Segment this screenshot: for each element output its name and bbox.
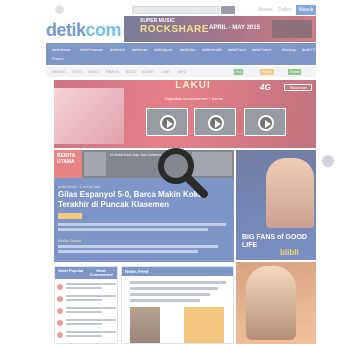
related-item-line[interactable] <box>58 245 218 248</box>
related-link[interactable]: Berita Terkait <box>58 238 81 243</box>
list-item-line <box>66 335 102 337</box>
banner-line3: APRIL - MAY 2015 <box>209 25 260 31</box>
nav-item[interactable]: detikHot <box>110 47 125 53</box>
logo-text: detik <box>46 20 86 40</box>
nav-item[interactable]: detikHealth <box>202 47 222 53</box>
ad-model-image <box>246 266 296 340</box>
news-promo-image[interactable] <box>184 307 224 343</box>
site-icon <box>55 5 64 14</box>
list-item-line <box>66 311 102 313</box>
nav-item[interactable]: detikOto <box>180 47 195 53</box>
list-item-line <box>66 319 116 321</box>
banner-image <box>272 20 312 38</box>
promo-subtitle: Dapatkan kuota internet + bonus <box>165 96 223 101</box>
promo-title: LAKUI <box>175 80 211 91</box>
search-button[interactable] <box>221 6 235 14</box>
news-feed-title: News Feed <box>122 267 233 276</box>
nav-item[interactable]: detikFinance <box>80 47 103 53</box>
main-nav: detikNews detikFinance detikHot detikIne… <box>46 43 316 65</box>
article-summary-line <box>58 223 226 226</box>
list-item[interactable] <box>57 319 116 327</box>
top-link-login[interactable]: Masuk <box>258 6 273 14</box>
list-item[interactable] <box>57 283 116 291</box>
rank-badge <box>57 284 63 290</box>
tab-most-commented[interactable]: Most Commented <box>86 269 116 277</box>
list-item-line <box>66 307 116 309</box>
site-logo[interactable]: detikcom <box>46 20 122 40</box>
banner-line2: ROCKSHARE <box>140 24 209 35</box>
ad-text: BIG FANS of GOOD LIFE <box>242 234 307 249</box>
video-tile[interactable] <box>244 108 286 136</box>
panel-tabs: Most Popular Most Commented <box>55 267 117 279</box>
news-line[interactable] <box>130 293 210 296</box>
rank-badge <box>57 320 63 326</box>
promo-brand: 4G <box>260 83 271 92</box>
nav-item[interactable]: detikInet <box>132 47 147 53</box>
side-ad[interactable]: BIG FANS of GOOD LIFE blibli <box>236 150 316 260</box>
nav-item[interactable]: detikNews <box>52 47 70 53</box>
list-item-line <box>66 283 116 285</box>
subnav-item[interactable]: VIDEO <box>88 69 99 75</box>
subnav-tag[interactable]: Promo <box>260 69 275 75</box>
play-icon[interactable] <box>160 115 176 131</box>
nav-item[interactable]: detikSport <box>154 47 172 53</box>
section-badge: BERITA UTAMA <box>54 150 82 178</box>
top-banner-ad[interactable]: SUPER MUSIC ROCKSHARE APRIL - MAY 2015 <box>124 16 316 42</box>
article-summary-line <box>58 228 208 231</box>
login-button[interactable]: Masuk <box>296 5 316 15</box>
nav-item[interactable]: Wolipop <box>282 47 296 53</box>
search-input[interactable] <box>132 6 220 14</box>
subnav-tag[interactable]: Hot <box>234 69 244 75</box>
top-link-register[interactable]: Daftar <box>278 6 292 14</box>
play-icon[interactable] <box>208 115 224 131</box>
rank-badge <box>57 296 63 302</box>
subnav-item[interactable]: INDEKS <box>52 69 65 75</box>
video-tile[interactable] <box>146 108 188 136</box>
list-item-line <box>66 299 102 301</box>
subnav-item[interactable]: GRAFIS <box>106 69 119 75</box>
subnav-item[interactable]: INFO <box>178 69 186 75</box>
news-feed-panel: News Feed <box>121 266 234 344</box>
promo-phone-image <box>54 88 124 144</box>
subnav-tag[interactable]: Event <box>288 69 301 75</box>
popular-panel: Most Popular Most Commented <box>54 266 118 344</box>
nav-item[interactable]: detikTV <box>302 47 316 53</box>
news-line[interactable] <box>130 281 226 284</box>
video-tile[interactable] <box>194 108 236 136</box>
nav-item[interactable]: detikFood <box>228 47 246 53</box>
news-line[interactable] <box>130 287 218 290</box>
search-icon[interactable] <box>152 142 210 200</box>
side-ad-2[interactable] <box>236 262 316 344</box>
rank-badge <box>57 308 63 314</box>
subnav-item[interactable]: FOTO <box>72 69 82 75</box>
list-item[interactable] <box>57 307 116 315</box>
article-meta: detikSport · 1 menit lalu <box>58 184 101 189</box>
article-tag <box>58 213 82 219</box>
nav-item[interactable]: Forum <box>52 56 64 62</box>
tab-most-popular[interactable]: Most Popular <box>56 269 86 277</box>
ad-model-image <box>266 158 314 228</box>
strip-thumbnail[interactable] <box>84 152 106 176</box>
ad-brand: blibli <box>280 248 299 257</box>
promo-banner[interactable]: LAKUI Dapatkan kuota internet + bonus 4G… <box>54 80 316 148</box>
news-line[interactable] <box>130 299 200 302</box>
news-thumbnail[interactable] <box>130 307 160 343</box>
logo-accent: com <box>85 20 122 40</box>
list-item[interactable] <box>57 331 116 339</box>
list-item-line <box>66 287 102 289</box>
list-item[interactable] <box>57 295 116 303</box>
subnav-item[interactable]: BLOG <box>126 69 136 75</box>
rank-badge <box>57 332 63 338</box>
list-item-line <box>66 323 102 325</box>
subnav-item[interactable]: LIVE <box>162 69 170 75</box>
play-icon[interactable] <box>258 115 274 131</box>
list-item-line <box>66 331 116 333</box>
list-item-line <box>66 295 116 297</box>
nav-item[interactable]: detikTravel <box>252 47 271 53</box>
subnav-item[interactable]: KOMIK <box>142 69 153 75</box>
promo-brand-logo: Telkomsel <box>284 84 312 91</box>
sub-nav: INDEKS FOTO VIDEO GRAFIS BLOG KOMIK LIVE… <box>46 67 316 77</box>
side-avatar[interactable] <box>322 155 334 167</box>
related-item-line[interactable] <box>58 250 198 253</box>
